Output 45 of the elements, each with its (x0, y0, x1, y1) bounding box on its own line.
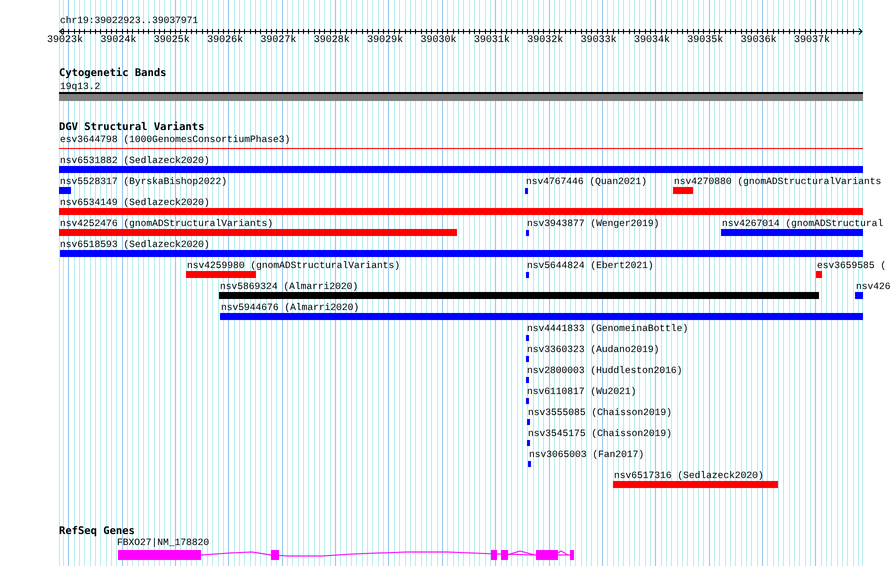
variant-label: nsv5528317 (ByrskaBishop2022) (60, 176, 227, 187)
track-title: RefSeq Genes (59, 525, 135, 537)
variant-label: nsv6534149 (Sedlazeck2020) (60, 197, 210, 208)
tick-label: 39030k (420, 35, 458, 46)
variant-label: nsv6110817 (Wu2021) (527, 386, 636, 397)
variant-label: nsv5644824 (Ebert2021) (527, 260, 654, 271)
variant-label: nsv5944676 (Almarri2020) (221, 302, 360, 313)
tick-label: 39026k (206, 35, 244, 46)
variant-label: nsv5869324 (Almarri2020) (220, 281, 358, 292)
band-label: 19q13.2 (60, 81, 100, 92)
tick-label: 39027k (259, 35, 298, 46)
gene-label: FBXO27|NM_178820 (117, 537, 210, 548)
tick-label: 39036k (740, 35, 778, 46)
track-title: Cytogenetic Bands (59, 67, 166, 79)
variant-label: nsv3545175 (Chaisson2019) (528, 428, 672, 439)
variant-label: nsv4767446 (Quan2021) (526, 176, 647, 187)
variant-label: nsv3065003 (Fan2017) (529, 449, 644, 460)
variant-label: nsv4441833 (GenomeinaBottle) (527, 323, 688, 334)
variant-label: nsv3360323 (Audano2019) (527, 344, 660, 355)
tick-label: 39023k (46, 35, 84, 46)
tick-label: 39034k (632, 35, 671, 46)
variant-label: nsv4270880 (gnomADStructuralVariants (674, 176, 882, 187)
variant-label: nsv4267014 (gnomADStructural (722, 218, 884, 229)
tick-label: 39031k (472, 35, 511, 46)
tick-label: 39024k (99, 35, 138, 46)
variant-label: nsv4252476 (gnomADStructuralVariants) (60, 218, 274, 229)
variant-label: nsv3943877 (Wenger2019) (527, 218, 660, 229)
variant-label: nsv6531882 (Sedlazeck2020) (60, 155, 210, 166)
track-title: DGV Structural Variants (59, 121, 204, 133)
variant-label: nsv6518593 (Sedlazeck2020) (60, 239, 210, 250)
variant-label: esv3659585 ( (817, 260, 886, 271)
tick-label: 39035k (686, 35, 724, 46)
variant-label: nsv6517316 (Sedlazeck2020) (614, 470, 764, 481)
tick-label: 39028k (312, 35, 351, 46)
variant-label: nsv4259980 (gnomADStructuralVariants) (187, 260, 400, 271)
variant-label: nsv426 (856, 281, 890, 292)
variant-label: esv3644798 (1000GenomesConsortiumPhase3) (60, 134, 290, 145)
variant-label: nsv2800003 (Huddleston2016) (527, 365, 682, 376)
tick-label: 39032k (526, 35, 564, 46)
variant-label: nsv3555085 (Chaisson2019) (528, 407, 672, 418)
tick-label: 39025k (152, 35, 191, 46)
tick-label: 39037k (793, 35, 832, 46)
ruler-location: chr19:39022923..39037971 (60, 15, 198, 26)
tick-label: 39029k (366, 35, 404, 46)
tick-label: 39033k (580, 35, 618, 46)
